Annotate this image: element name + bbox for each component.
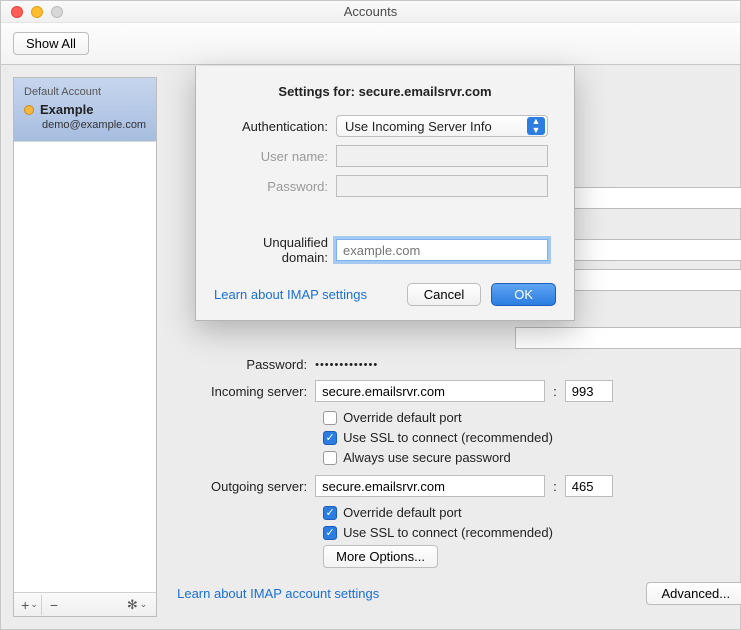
authentication-label: Authentication:	[214, 119, 336, 134]
remove-account-button[interactable]: −	[42, 595, 66, 615]
incoming-override-port-label: Override default port	[343, 410, 462, 425]
window-title: Accounts	[1, 4, 740, 19]
accounts-window: Accounts Show All Default Account Exampl…	[0, 0, 741, 630]
sidebar-footer: +⌄ − ✻⌄	[14, 592, 156, 616]
outgoing-ssl-checkbox[interactable]: ✓	[323, 526, 337, 540]
outgoing-override-port-checkbox[interactable]: ✓	[323, 506, 337, 520]
minus-icon: −	[50, 597, 58, 613]
username-label: User name:	[214, 149, 336, 164]
incoming-override-port-checkbox[interactable]	[323, 411, 337, 425]
account-name: Example	[40, 102, 93, 117]
port-separator: :	[545, 479, 565, 494]
hidden-field-4[interactable]	[515, 327, 741, 349]
unqualified-domain-input[interactable]	[336, 239, 548, 261]
learn-imap-settings-link[interactable]: Learn about IMAP settings	[214, 287, 367, 302]
authentication-value: Use Incoming Server Info	[345, 119, 492, 134]
account-header-label: Default Account	[24, 86, 146, 98]
outgoing-port-input[interactable]	[565, 475, 613, 497]
titlebar: Accounts	[1, 1, 740, 23]
cancel-button[interactable]: Cancel	[407, 283, 481, 306]
password-label: Password:	[177, 357, 315, 372]
plus-icon: +	[21, 597, 29, 613]
ok-button[interactable]: OK	[491, 283, 556, 306]
chevron-down-icon: ⌄	[140, 599, 148, 610]
outgoing-ssl-label: Use SSL to connect (recommended)	[343, 525, 553, 540]
unqualified-domain-label: Unqualified domain:	[214, 235, 336, 265]
incoming-server-label: Incoming server:	[177, 384, 315, 399]
username-input	[336, 145, 548, 167]
popup-arrows-icon: ▲▼	[527, 117, 545, 135]
outgoing-override-port-label: Override default port	[343, 505, 462, 520]
accounts-sidebar: Default Account Example demo@example.com…	[13, 77, 157, 617]
learn-imap-account-link[interactable]: Learn about IMAP account settings	[177, 586, 379, 601]
show-all-button[interactable]: Show All	[13, 32, 89, 55]
gear-icon: ✻	[127, 597, 138, 613]
incoming-port-input[interactable]	[565, 380, 613, 402]
outgoing-server-input[interactable]	[315, 475, 545, 497]
authentication-popup[interactable]: Use Incoming Server Info ▲▼	[336, 115, 548, 137]
status-dot-icon	[24, 105, 34, 115]
sheet-header: Settings for: secure.emailsrvr.com	[214, 84, 556, 99]
incoming-ssl-label: Use SSL to connect (recommended)	[343, 430, 553, 445]
port-separator: :	[545, 384, 565, 399]
account-item[interactable]: Default Account Example demo@example.com	[14, 78, 156, 142]
incoming-secure-pw-label: Always use secure password	[343, 450, 511, 465]
add-account-button[interactable]: +⌄	[18, 595, 42, 615]
sidebar-actions-button[interactable]: ✻⌄	[122, 597, 152, 613]
account-email: demo@example.com	[42, 119, 146, 131]
sheet-password-input	[336, 175, 548, 197]
incoming-server-input[interactable]	[315, 380, 545, 402]
toolbar: Show All	[1, 23, 740, 65]
sheet-password-label: Password:	[214, 179, 336, 194]
outgoing-server-label: Outgoing server:	[177, 479, 315, 494]
incoming-ssl-checkbox[interactable]: ✓	[323, 431, 337, 445]
smtp-settings-sheet: Settings for: secure.emailsrvr.com Authe…	[195, 66, 575, 321]
advanced-button[interactable]: Advanced...	[646, 582, 741, 605]
chevron-down-icon: ⌄	[30, 599, 38, 610]
password-value: •••••••••••••	[315, 359, 378, 371]
incoming-secure-pw-checkbox[interactable]	[323, 451, 337, 465]
more-options-button[interactable]: More Options...	[323, 545, 438, 568]
